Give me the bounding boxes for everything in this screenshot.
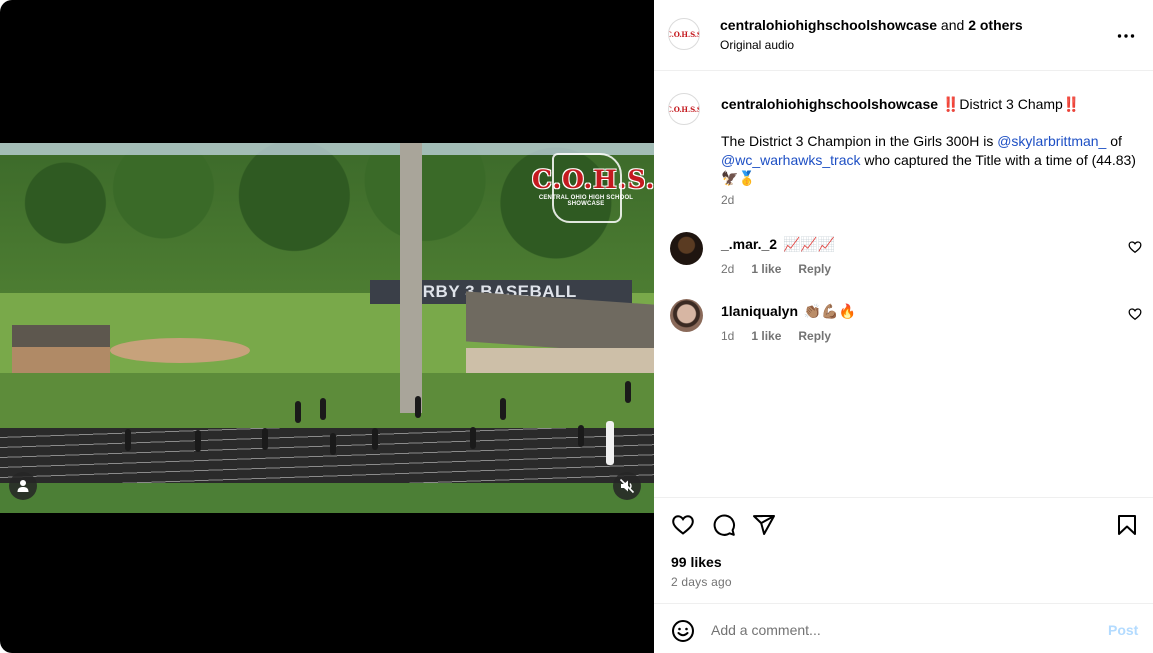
user-icon bbox=[17, 480, 29, 492]
post-timestamp[interactable]: 2 days ago bbox=[671, 575, 732, 589]
heart-icon[interactable] bbox=[1128, 307, 1142, 321]
reply-button[interactable]: Reply bbox=[798, 262, 831, 276]
video-frame-official bbox=[606, 421, 614, 465]
video-frame-runner bbox=[125, 429, 131, 451]
comment-likes[interactable]: 1 like bbox=[751, 262, 781, 276]
comment-meta: 2d 1 like Reply bbox=[721, 262, 848, 276]
comment-button[interactable] bbox=[711, 512, 737, 538]
likes-count[interactable]: 99 likes bbox=[671, 554, 722, 570]
audio-link[interactable]: Original audio bbox=[720, 38, 794, 52]
video-frame-spectator bbox=[295, 401, 301, 423]
video-watermark: C.O.H.S.S CENTRAL OHIO HIGH SCHOOL SHOWC… bbox=[532, 153, 654, 223]
comment-input[interactable] bbox=[711, 617, 1091, 643]
comment-text: 📈📈📈 bbox=[782, 236, 836, 252]
coauthors-link[interactable]: 2 others bbox=[968, 17, 1022, 33]
video-frame-spectator bbox=[415, 396, 421, 418]
comment-item: _.mar._2 📈📈📈 2d 1 like Reply bbox=[654, 232, 1153, 282]
post-header: C.O.H.S.S centralohiohighschoolshowcase … bbox=[654, 0, 1153, 71]
video-frame-runner bbox=[330, 433, 336, 455]
video-frame-infield bbox=[110, 338, 250, 363]
video-frame-runner bbox=[262, 428, 268, 450]
caption-mention[interactable]: @wc_warhawks_track bbox=[721, 152, 860, 168]
video-frame-spectator bbox=[500, 398, 506, 420]
avatar-logo-text: C.O.H.S.S bbox=[669, 29, 700, 39]
caption-emoji-bang: ‼️ bbox=[1062, 96, 1081, 112]
video-frame-runner bbox=[578, 425, 584, 447]
comment-likes[interactable]: 1 like bbox=[751, 329, 781, 343]
video-player[interactable]: ARBY 3 BASEBALL C.O.H.S.S CENTRAL bbox=[0, 143, 654, 513]
video-frame-grass bbox=[0, 373, 654, 428]
caption-avatar-logo-text: C.O.H.S.S bbox=[669, 104, 700, 114]
reply-button[interactable]: Reply bbox=[798, 329, 831, 343]
comment-avatar[interactable] bbox=[670, 299, 703, 332]
caption-title: District 3 Champ bbox=[959, 96, 1063, 112]
comment-item: 1laniqualyn 👏🏽💪🏽🔥 1d 1 like Reply bbox=[654, 299, 1153, 349]
comment-username[interactable]: 1laniqualyn bbox=[721, 303, 798, 319]
tagged-users-button[interactable] bbox=[9, 472, 37, 500]
comment-avatar[interactable] bbox=[670, 232, 703, 265]
video-frame-light-pole bbox=[400, 143, 422, 413]
caption-avatar[interactable]: C.O.H.S.S bbox=[668, 93, 700, 125]
heart-icon[interactable] bbox=[1128, 240, 1142, 254]
bookmark-icon bbox=[1118, 515, 1136, 535]
video-frame-runner bbox=[372, 428, 378, 450]
send-icon bbox=[753, 515, 775, 535]
caption-username[interactable]: centralohiohighschoolshowcase bbox=[721, 96, 938, 112]
post-actions: 99 likes 2 days ago bbox=[654, 497, 1153, 603]
comment-time[interactable]: 2d bbox=[721, 262, 734, 276]
video-frame-turf bbox=[0, 483, 654, 513]
post-author: centralohiohighschoolshowcase and 2 othe… bbox=[720, 17, 1023, 33]
video-frame-spectator bbox=[625, 381, 631, 403]
caption-body: The District 3 Champion in the Girls 300… bbox=[721, 133, 998, 149]
media-pane: ARBY 3 BASEBALL C.O.H.S.S CENTRAL bbox=[0, 0, 654, 653]
comment-username[interactable]: _.mar._2 bbox=[721, 236, 777, 252]
author-and: and bbox=[937, 17, 969, 33]
caption-timestamp[interactable]: 2d bbox=[721, 193, 734, 207]
post-details-panel: C.O.H.S.S centralohiohighschoolshowcase … bbox=[654, 0, 1153, 653]
save-button[interactable] bbox=[1114, 512, 1140, 538]
mute-toggle-button[interactable] bbox=[613, 472, 641, 500]
caption-text: centralohiohighschoolshowcase ‼️District… bbox=[721, 95, 1141, 188]
heart-icon bbox=[672, 515, 694, 535]
ohio-outline bbox=[552, 153, 622, 223]
video-frame-runner bbox=[195, 430, 201, 452]
author-username[interactable]: centralohiohighschoolshowcase bbox=[720, 17, 937, 33]
add-comment-bar: Post bbox=[654, 603, 1153, 653]
emoji-icon[interactable] bbox=[671, 619, 695, 643]
speaker-muted-icon bbox=[619, 478, 635, 494]
caption-emoji-bang: ‼️ bbox=[941, 96, 960, 112]
caption-mention[interactable]: @skylarbrittman_ bbox=[997, 133, 1106, 149]
post-comment-button[interactable]: Post bbox=[1108, 622, 1138, 638]
like-button[interactable] bbox=[670, 512, 696, 538]
more-options-button[interactable] bbox=[1114, 24, 1138, 48]
post-modal: ARBY 3 BASEBALL C.O.H.S.S CENTRAL bbox=[0, 0, 1153, 653]
share-button[interactable] bbox=[751, 512, 777, 538]
video-frame-spectator bbox=[320, 398, 326, 420]
caption-of: of bbox=[1110, 133, 1122, 149]
comment-meta: 1d 1 like Reply bbox=[721, 329, 848, 343]
video-frame-track bbox=[0, 428, 654, 483]
video-frame-shed-roof bbox=[12, 325, 110, 347]
more-horizontal-icon bbox=[1117, 34, 1135, 38]
comment-icon bbox=[713, 514, 735, 536]
avatar[interactable]: C.O.H.S.S bbox=[668, 18, 700, 50]
comment-time[interactable]: 1d bbox=[721, 329, 734, 343]
video-frame-runner bbox=[470, 427, 476, 449]
comment-text: 👏🏽💪🏽🔥 bbox=[803, 303, 857, 319]
comment-username-row: _.mar._2 📈📈📈 bbox=[721, 236, 835, 253]
comment-username-row: 1laniqualyn 👏🏽💪🏽🔥 bbox=[721, 303, 856, 320]
